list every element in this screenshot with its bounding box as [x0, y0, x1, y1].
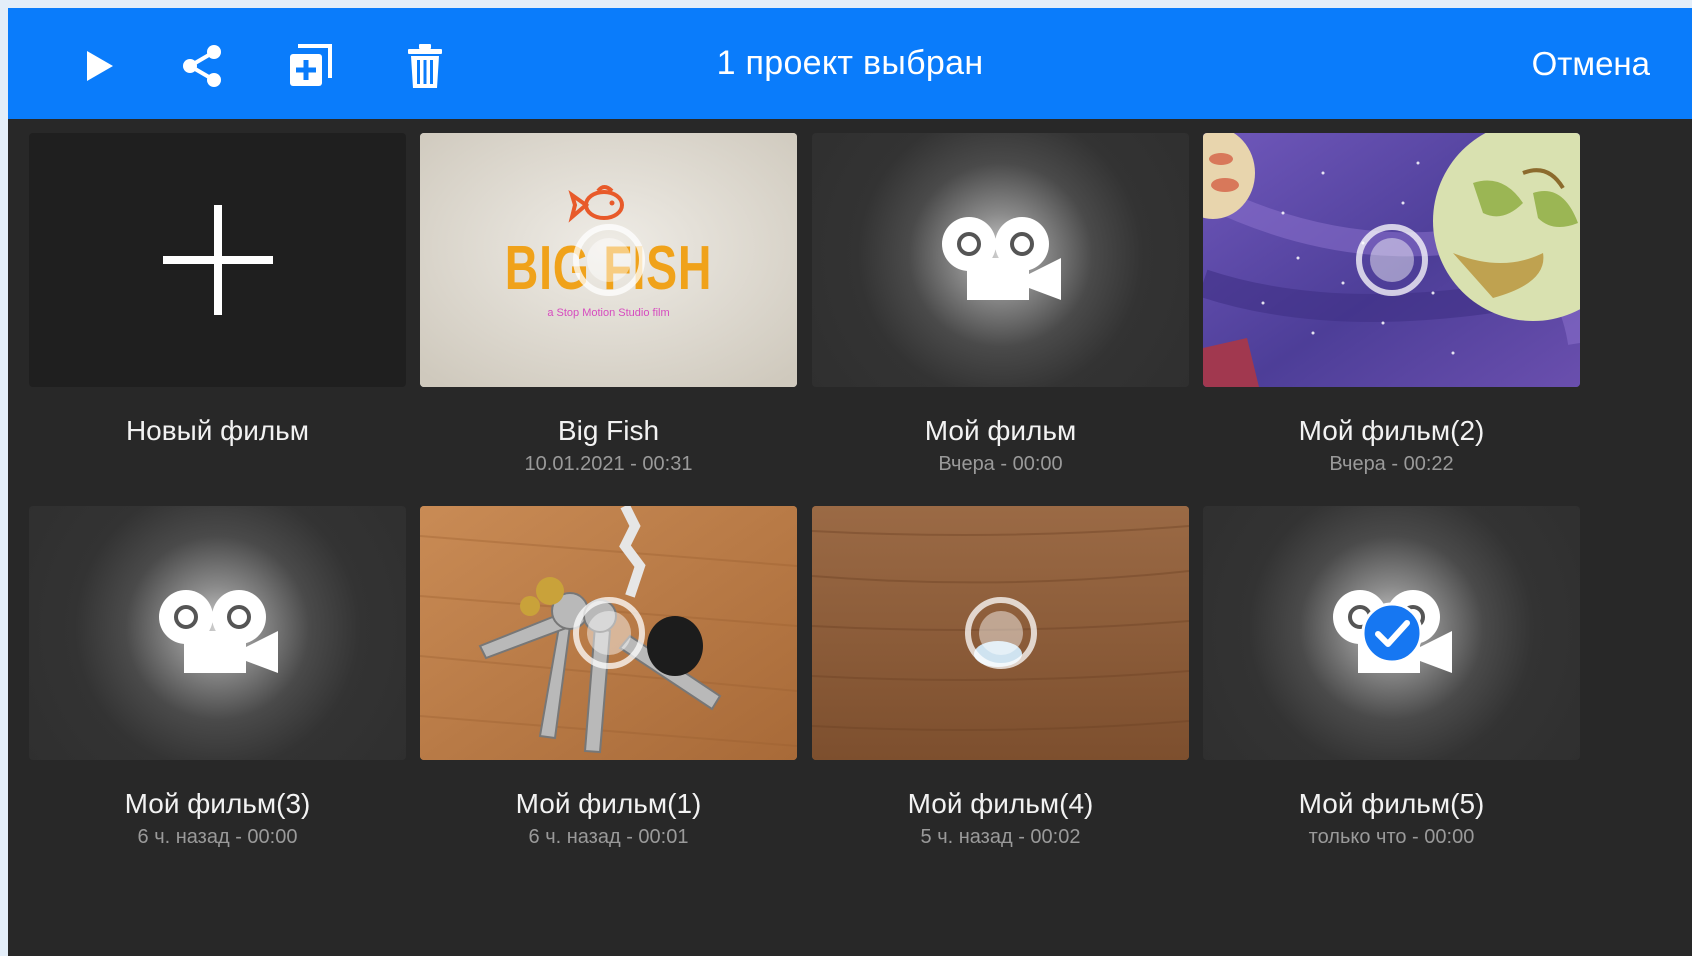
project-name: Big Fish: [557, 415, 660, 446]
project-date: 10.01.2021 - 00:31: [524, 453, 693, 475]
project-name: Мой фильм(3): [124, 788, 311, 819]
big-fish-caption: a Stop Motion Studio film: [547, 307, 670, 319]
play-icon: [87, 51, 113, 81]
selection-toolbar: 1 проект выбран Отмена: [8, 8, 1692, 119]
select-circle-icon[interactable]: [961, 593, 1041, 673]
project-date: 6 ч. назад - 00:01: [528, 826, 689, 848]
project-name: Мой фильм(1): [515, 788, 702, 819]
select-circle-icon[interactable]: [569, 593, 649, 673]
project-thumbnail[interactable]: [29, 506, 406, 760]
select-circle-icon[interactable]: [569, 220, 649, 300]
new-film-label: Новый фильм: [125, 415, 310, 446]
trash-icon: [408, 44, 442, 88]
movie-camera-icon: [941, 217, 1061, 300]
project-date: 6 ч. назад - 00:00: [137, 826, 298, 848]
new-film-thumbnail[interactable]: [29, 133, 406, 387]
project-date: Вчера - 00:22: [1329, 453, 1454, 475]
duplicate-icon: [290, 44, 332, 86]
project-date: Вчера - 00:00: [938, 453, 1063, 475]
project-name: Мой фильм(2): [1298, 415, 1485, 446]
project-thumbnail[interactable]: [1203, 133, 1580, 387]
project-thumbnail[interactable]: [812, 133, 1189, 387]
selection-title: 1 проект выбран: [716, 44, 984, 82]
project-thumbnail[interactable]: BIG FISH a Stop Motion Studio film: [420, 133, 797, 387]
project-date: только что - 00:00: [1308, 826, 1475, 848]
project-name: Мой фильм(5): [1298, 788, 1485, 819]
movie-camera-icon: [158, 590, 278, 673]
selected-check-icon[interactable]: [1360, 601, 1424, 665]
project-date: 5 ч. назад - 00:02: [920, 826, 1081, 848]
play-button[interactable]: [68, 36, 128, 96]
share-icon: [183, 45, 221, 87]
app-window: 1 проект выбран Отмена Новый фильм BIG F…: [8, 8, 1692, 956]
project-name: Мой фильм(4): [907, 788, 1094, 819]
share-button[interactable]: [172, 36, 232, 96]
project-thumbnail[interactable]: [420, 506, 797, 760]
project-name: Мой фильм: [924, 415, 1077, 446]
delete-button[interactable]: [395, 36, 455, 96]
select-circle-icon[interactable]: [1352, 220, 1432, 300]
plus-icon: [162, 205, 273, 315]
project-thumbnail[interactable]: [1203, 506, 1580, 760]
duplicate-button[interactable]: [280, 36, 340, 96]
cancel-button[interactable]: Отмена: [1532, 8, 1650, 119]
project-thumbnail[interactable]: [812, 506, 1189, 760]
